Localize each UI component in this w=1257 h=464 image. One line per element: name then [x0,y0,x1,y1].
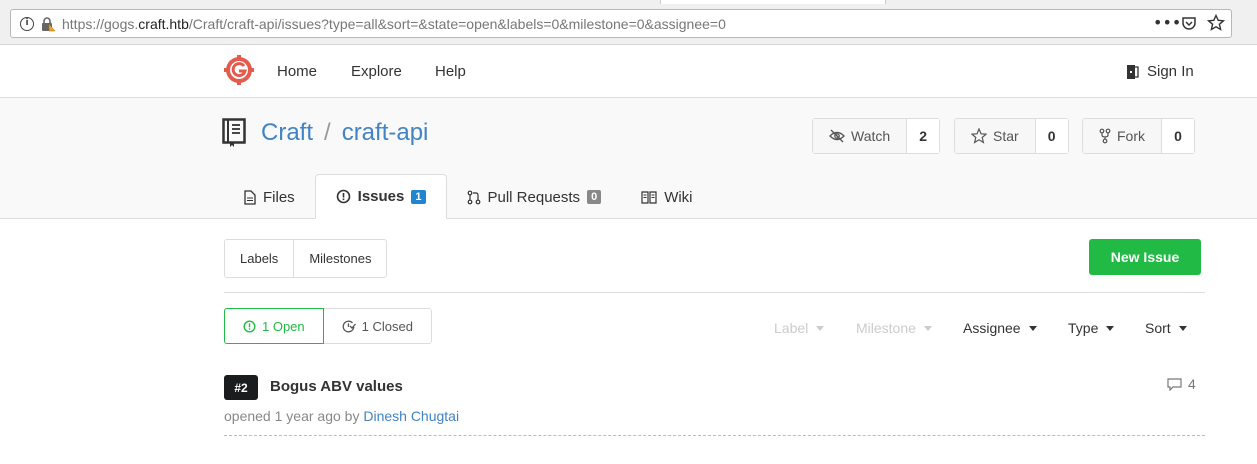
watch-button-group: Watch 2 [812,118,941,154]
label-filter-label: Label [774,320,809,336]
repo-title: Craft / craft-api [222,118,428,148]
star-count[interactable]: 0 [1035,119,1068,153]
labels-button[interactable]: Labels [225,240,293,277]
open-issues-label: 1 Open [262,318,305,334]
tab-files[interactable]: Files [224,175,315,219]
issue-separator [224,435,1205,436]
milestone-filter-dropdown[interactable]: Milestone [856,320,932,336]
top-navigation: Home Explore Help Sign In [0,46,1257,98]
type-filter-dropdown[interactable]: Type [1068,320,1115,336]
issue-opened-icon [336,189,350,204]
label-filter-dropdown[interactable]: Label [774,320,825,336]
tab-files-label: Files [263,188,295,206]
book-icon [641,190,657,204]
issues-count-badge: 1 [411,189,426,204]
watch-label: Watch [851,128,891,144]
type-filter-label: Type [1068,320,1099,336]
issue-state-toggle: 1 Open 1 Closed [224,308,432,344]
pocket-icon[interactable] [1181,15,1197,31]
repo-header: Craft / craft-api Watch 2 Star 0 Fork 0 … [0,98,1257,219]
assignee-filter-dropdown[interactable]: Assignee [963,320,1037,336]
milestones-button[interactable]: Milestones [293,240,386,277]
more-icon[interactable]: ••• [1153,14,1181,32]
nav-home-link[interactable]: Home [277,63,317,80]
open-issues-button[interactable]: 1 Open [224,308,324,344]
nav-explore-link[interactable]: Explore [351,63,402,80]
address-bar[interactable]: i https://gogs.craft.htb/Craft/craft-api… [10,9,1232,38]
tab-issues[interactable]: Issues 1 [314,174,447,219]
chevron-down-icon [1178,325,1187,331]
sign-in-label: Sign In [1147,63,1194,80]
comment-icon [1167,377,1182,391]
milestone-filter-label: Milestone [856,320,916,336]
chevron-down-icon [923,325,932,331]
issue-number-badge[interactable]: #2 [224,375,258,400]
chevron-down-icon [1028,325,1037,331]
issue-comments-count: 4 [1188,376,1196,392]
issue-title-link[interactable]: Bogus ABV values [270,378,403,395]
tab-pull-requests-label: Pull Requests [487,188,581,206]
watch-button[interactable]: Watch [813,119,908,153]
fork-button[interactable]: Fork [1083,119,1162,153]
eye-slash-icon [829,129,845,143]
chevron-down-icon [1106,325,1115,331]
chevron-down-icon [816,325,825,331]
sort-label: Sort [1145,320,1171,336]
sign-in-link[interactable]: Sign In [1125,63,1194,80]
fork-button-group: Fork 0 [1082,118,1195,154]
nav-help-link[interactable]: Help [435,63,466,80]
issue-opened-icon [243,319,256,333]
new-issue-button[interactable]: New Issue [1089,239,1201,275]
repo-name-link[interactable]: craft-api [342,119,429,147]
issue-closed-icon [342,320,356,332]
star-outline-icon [971,128,987,144]
star-button-group: Star 0 [954,118,1069,154]
fork-count[interactable]: 0 [1162,119,1194,153]
assignee-filter-label: Assignee [963,320,1021,336]
repo-owner-link[interactable]: Craft [261,119,313,147]
pull-request-icon [467,190,480,204]
gogs-logo-icon[interactable] [224,55,254,85]
issue-author-link[interactable]: Dinesh Chugtai [363,408,459,424]
fork-icon [1099,128,1111,144]
star-icon[interactable] [1207,14,1225,32]
repo-tabs: Files Issues 1 Pull Requests 0 Wiki [224,174,713,219]
sort-dropdown[interactable]: Sort [1145,320,1187,336]
fork-label: Fork [1117,128,1145,144]
pull-requests-count-badge: 0 [587,190,602,204]
browser-toolbar: i https://gogs.craft.htb/Craft/craft-api… [0,0,1257,45]
divider [224,292,1205,293]
labels-milestones-group: Labels Milestones [224,239,388,278]
repo-separator: / [324,119,331,146]
browser-tab[interactable] [660,0,886,4]
file-icon [244,189,256,205]
issue-opened-text: opened 1 year ago by [224,408,360,424]
closed-issues-button[interactable]: 1 Closed [323,308,432,344]
info-icon[interactable]: i [20,16,34,31]
url-text[interactable]: https://gogs.craft.htb/Craft/craft-api/i… [62,16,726,32]
issue-comments-link[interactable]: 4 [1167,376,1196,392]
sign-in-icon [1127,64,1139,79]
tab-issues-label: Issues [357,188,405,205]
insecure-lock-icon[interactable] [40,16,56,32]
repo-book-icon [222,118,246,147]
star-button[interactable]: Star [955,119,1036,153]
tab-wiki-label: Wiki [664,188,693,206]
watch-count[interactable]: 2 [907,119,940,153]
issue-meta: opened 1 year ago by Dinesh Chugtai [224,408,459,424]
tab-wiki[interactable]: Wiki [621,175,712,219]
star-label: Star [993,128,1019,144]
tab-pull-requests[interactable]: Pull Requests 0 [447,175,622,219]
closed-issues-label: 1 Closed [361,318,413,334]
